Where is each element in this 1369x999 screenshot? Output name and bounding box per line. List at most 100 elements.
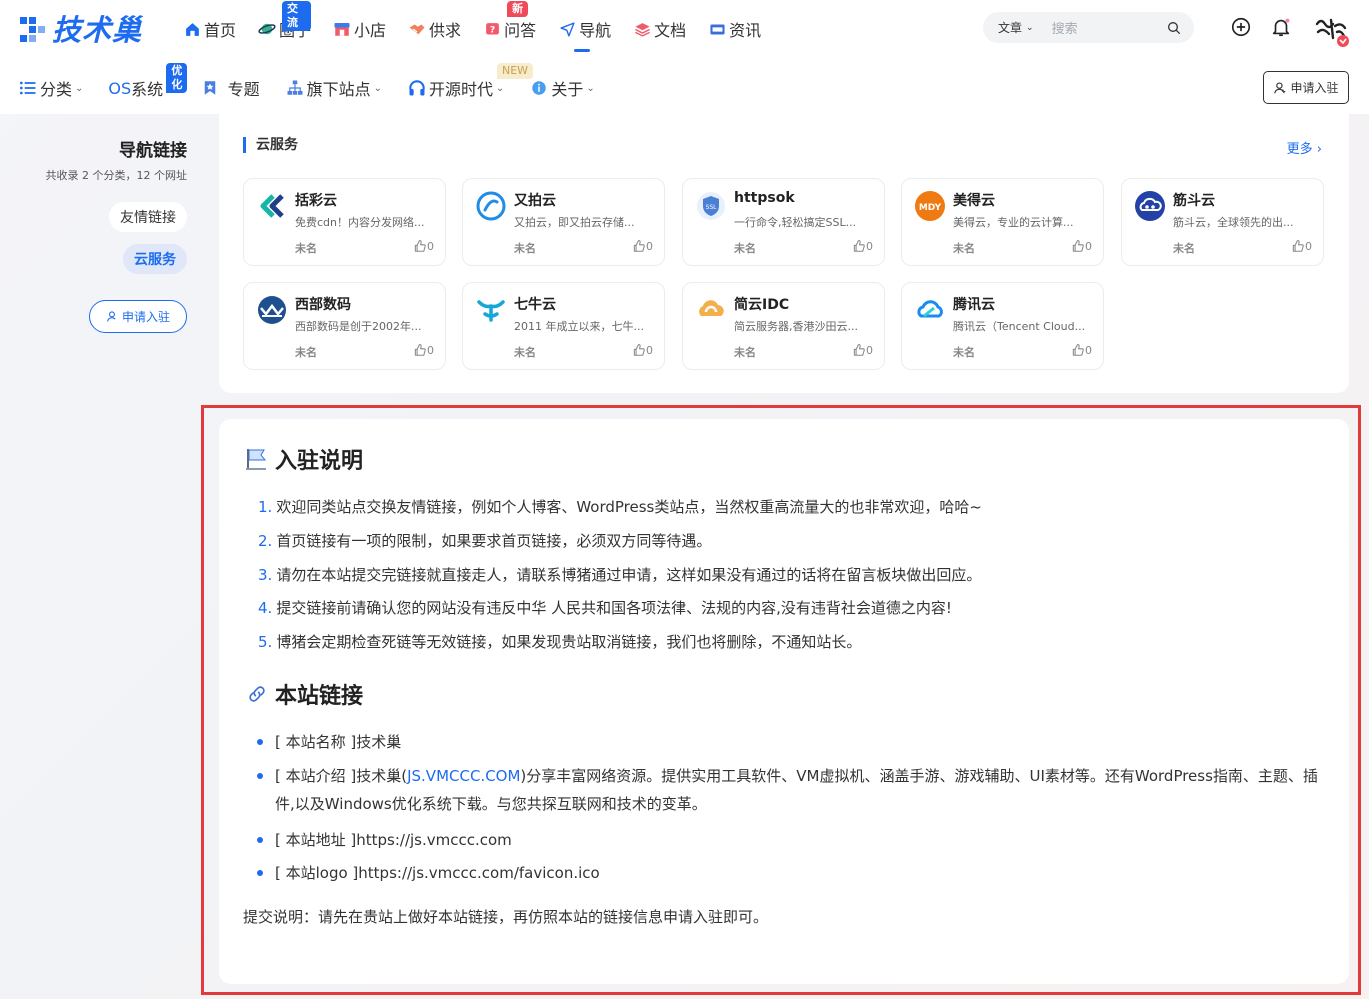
- headset-icon: [407, 78, 427, 98]
- like-button[interactable]: 0: [852, 239, 873, 253]
- avatar[interactable]: [1313, 12, 1349, 48]
- handshake-icon: [408, 20, 426, 38]
- site-tag: 未名: [295, 242, 317, 255]
- nav-item-home[interactable]: 首页: [183, 15, 236, 43]
- nav-badge: NEW: [496, 63, 534, 79]
- nav-item-about[interactable]: 关于 ⌄: [529, 76, 595, 100]
- site-card[interactable]: 筋斗云 筋斗云，全球领先的出... 未名 0: [1121, 178, 1324, 266]
- jianyun-logo-icon: [695, 294, 727, 326]
- more-link[interactable]: 更多 ›: [1287, 138, 1322, 157]
- bell-icon[interactable]: [1270, 16, 1292, 38]
- nav-item-category[interactable]: 分类 ⌄: [18, 76, 83, 100]
- nav-item-qa[interactable]: 新 ? 问答: [483, 1, 537, 43]
- home-icon: [183, 20, 201, 38]
- nav-badge: 优化: [166, 63, 188, 93]
- like-button[interactable]: 0: [1071, 239, 1092, 253]
- sidebar-item-cloud-services[interactable]: 云服务: [123, 244, 187, 274]
- site-logo[interactable]: 技术巢: [18, 10, 143, 47]
- nav-label: 专题: [227, 80, 260, 99]
- like-button[interactable]: 0: [1291, 239, 1312, 253]
- site-tag: 未名: [953, 242, 975, 255]
- site-tag: 未名: [514, 242, 536, 255]
- search-icon[interactable]: [1166, 20, 1182, 36]
- chevron-down-icon: ⌄: [496, 82, 505, 94]
- nav-item-sites[interactable]: 旗下站点 ⌄: [285, 76, 382, 100]
- west-cn-logo-icon: [256, 294, 288, 326]
- sitemap-icon: [285, 78, 305, 98]
- thumbs-up-icon: [1071, 239, 1085, 253]
- ssl-shield-icon: SSL: [695, 190, 727, 222]
- site-desc: 又拍云，即又拍云存储...: [514, 216, 635, 229]
- thumbs-up-icon: [413, 343, 427, 357]
- news-icon: [708, 20, 726, 38]
- primary-nav: 首页 交流 圈子 小店 供求 新 ? 问答 导航 文档: [183, 1, 783, 52]
- nav-badge: 新: [507, 1, 529, 17]
- like-button[interactable]: 0: [632, 343, 653, 357]
- nav-item-supply[interactable]: 供求: [408, 15, 461, 43]
- info-icon: [529, 78, 549, 98]
- nav-item-opensource[interactable]: NEW 开源时代 ⌄: [407, 63, 534, 100]
- nav-label: 分类: [40, 80, 73, 99]
- site-card[interactable]: 又拍云 又拍云，即又拍云存储... 未名 0: [462, 178, 665, 266]
- thumbs-up-icon: [1291, 239, 1305, 253]
- site-tag: 未名: [514, 346, 536, 359]
- like-button[interactable]: 0: [413, 239, 434, 253]
- site-card[interactable]: 简云IDC 简云服务器,香港沙田云... 未名 0: [682, 282, 885, 370]
- nav-item-news[interactable]: 资讯: [708, 15, 761, 43]
- site-desc: 一行命令,轻松搞定SSL...: [734, 216, 857, 229]
- like-button[interactable]: 0: [413, 343, 434, 357]
- sidebar-item-friend-links[interactable]: 友情链接: [109, 202, 187, 232]
- site-tag: 未名: [953, 346, 975, 359]
- sidebar-apply-button[interactable]: 申请入驻: [89, 300, 187, 333]
- jindouyun-logo-icon: [1134, 190, 1166, 222]
- nav-label: 资讯: [729, 21, 762, 40]
- apply-button[interactable]: 申请入驻: [1263, 71, 1349, 104]
- nav-item-topic[interactable]: 专题: [200, 76, 260, 100]
- user-icon: [1273, 81, 1287, 95]
- highlight-frame: [201, 405, 1361, 995]
- site-desc: 免费cdn！内容分发网络...: [295, 216, 425, 229]
- nav-item-os[interactable]: 优化 OS 系统⌄: [108, 63, 188, 100]
- chevron-right-icon: ›: [1316, 142, 1322, 157]
- site-name: 简云IDC: [734, 297, 790, 313]
- like-button[interactable]: 0: [852, 343, 873, 357]
- site-card[interactable]: MDY 美得云 美得云，专业的云计算... 未名 0: [901, 178, 1104, 266]
- site-card[interactable]: 西部数码 西部数码是创于2002年... 未名 0: [243, 282, 446, 370]
- site-name: 括彩云: [295, 193, 337, 209]
- svg-text:SSL: SSL: [706, 204, 718, 211]
- nav-item-circle[interactable]: 交流 圈子: [258, 1, 312, 43]
- site-desc: 腾讯云（Tencent Cloud...: [953, 320, 1086, 333]
- nav-badge: 交流: [282, 1, 312, 31]
- site-desc: 美得云，专业的云计算...: [953, 216, 1074, 229]
- logo-text: 技术巢: [52, 13, 143, 47]
- site-name: 腾讯云: [953, 297, 995, 313]
- nav-item-docs[interactable]: 文档: [633, 15, 686, 43]
- nav-item-shop[interactable]: 小店: [333, 15, 386, 43]
- nav-label: 问答: [504, 21, 537, 40]
- nav-label: 旗下站点: [306, 80, 371, 99]
- nav-label: 供求: [429, 21, 462, 40]
- site-card[interactable]: 括彩云免费cdn！内容分发网络... 未名 0: [243, 178, 446, 266]
- search-input[interactable]: 搜索: [1052, 18, 1166, 37]
- site-name: 西部数码: [295, 297, 351, 313]
- section-heading: 云服务: [243, 137, 298, 153]
- like-count: 0: [646, 343, 653, 357]
- like-button[interactable]: 0: [632, 239, 653, 253]
- site-card[interactable]: 七牛云 2011 年成立以来，七牛... 未名 0: [462, 282, 665, 370]
- list-icon: [18, 78, 38, 98]
- like-button[interactable]: 0: [1071, 343, 1092, 357]
- nav-label: 开源时代: [428, 80, 493, 99]
- site-card[interactable]: SSL httpsok 一行命令,轻松搞定SSL... 未名 0: [682, 178, 885, 266]
- like-count: 0: [866, 239, 873, 253]
- nav-item-navigation[interactable]: 导航: [558, 15, 611, 52]
- secondary-nav: 分类⌄ 优化 OS 系统⌄ 专题 旗下站点⌄ NEW 开源时代⌄ 关于⌄: [18, 63, 620, 102]
- site-card[interactable]: 腾讯云腾讯云（Tencent Cloud... 未名 0: [901, 282, 1104, 370]
- tencent-cloud-logo-icon: [914, 294, 946, 326]
- thumbs-up-icon: [632, 239, 646, 253]
- planet-icon: [258, 20, 276, 38]
- search-scope-select[interactable]: 文章 ⌄: [998, 19, 1034, 36]
- add-circle-icon[interactable]: [1230, 16, 1252, 38]
- svg-text:?: ?: [489, 24, 494, 35]
- navigation-icon: [558, 20, 576, 38]
- site-tag: 未名: [734, 242, 756, 255]
